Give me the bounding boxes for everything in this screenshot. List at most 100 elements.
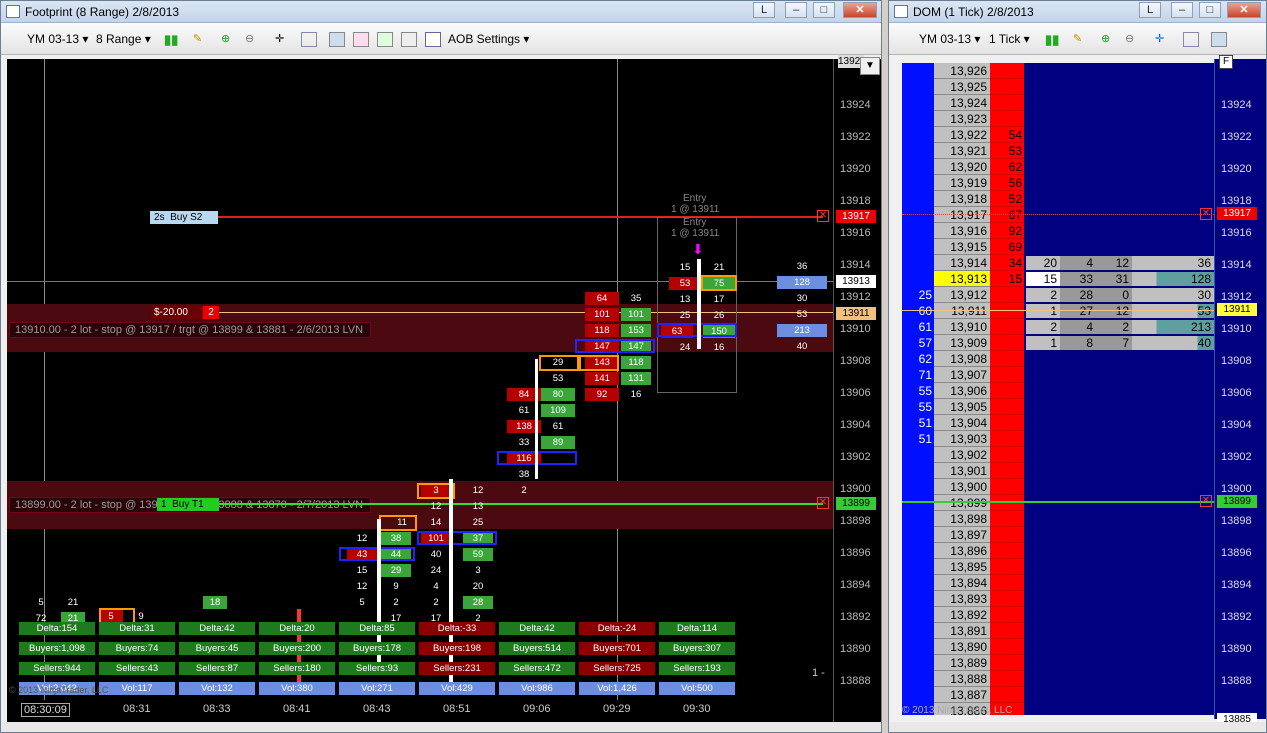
dom-properties-icon[interactable] [1183,32,1199,47]
pnl-tag[interactable]: $-20.00 2 [151,306,219,319]
dom-ask-cell[interactable]: 92 [990,223,1024,239]
dom-bid-cell[interactable]: 51 [902,415,934,431]
dom-row[interactable]: 13,890 [902,639,1214,655]
dom-row[interactable]: 13,892 [902,607,1214,623]
dom-ask-cell[interactable] [990,479,1024,495]
dom-row[interactable]: 13,926 [902,63,1214,79]
dom-bid-cell[interactable] [902,671,934,687]
dom-ask-cell[interactable] [990,63,1024,79]
dom-row[interactable]: 13,902 [902,447,1214,463]
link-button[interactable]: L [753,2,775,18]
dom-row[interactable]: 13,894 [902,575,1214,591]
aob-settings-menu[interactable]: AOB Settings ▾ [448,32,529,46]
dom-bid-cell[interactable] [902,127,934,143]
dom-row[interactable]: 13,924 [902,95,1214,111]
dom-ask-cell[interactable] [990,95,1024,111]
dom-bid-cell[interactable] [902,479,934,495]
dom-bid-cell[interactable]: 51 [902,431,934,447]
dom-bid-cell[interactable] [902,255,934,271]
dom-close-13899-icon[interactable]: ✕ [1200,495,1212,507]
dom-close-button[interactable]: ✕ [1227,2,1261,18]
dom-bid-cell[interactable] [902,447,934,463]
dom-pencil-icon[interactable]: ✎ [1073,32,1089,47]
dom-row[interactable]: 13,898 [902,511,1214,527]
dom-bid-cell[interactable]: 57 [902,335,934,351]
dom-ask-cell[interactable] [990,671,1024,687]
dom-f-button[interactable]: F [1219,55,1233,69]
dom-ask-cell[interactable] [990,591,1024,607]
dom-ask-cell[interactable]: 67 [990,207,1024,223]
dom-bid-cell[interactable]: 55 [902,399,934,415]
dom-ask-cell[interactable] [990,431,1024,447]
dom-bid-cell[interactable] [902,191,934,207]
dom-chart-style-icon[interactable]: ▮▮ [1045,32,1061,47]
dom-ask-cell[interactable] [990,319,1024,335]
dom-row[interactable]: 55 13,906 [902,383,1214,399]
dom-row[interactable]: 13,887 [902,687,1214,703]
dom-row[interactable]: 51 13,904 [902,415,1214,431]
dom-row[interactable]: 13,889 [902,655,1214,671]
dom-row[interactable]: 13,918 52 [902,191,1214,207]
maximize-button[interactable]: □ [813,2,835,18]
dom-bid-cell[interactable]: 60 [902,303,934,319]
axis-dropdown-button[interactable]: ▼ [860,57,880,75]
dom-bid-cell[interactable]: 62 [902,351,934,367]
dom-ask-cell[interactable] [990,335,1024,351]
dom-bid-cell[interactable] [902,591,934,607]
dom-bid-cell[interactable] [902,463,934,479]
aob-icon[interactable] [425,32,441,47]
dom-row[interactable]: 13,899 [902,495,1214,511]
dom-bid-cell[interactable] [902,111,934,127]
dom-ask-cell[interactable] [990,495,1024,511]
minimize-button[interactable]: – [785,2,807,18]
buy-t1-line[interactable] [217,503,823,505]
dom-bid-cell[interactable] [902,63,934,79]
zoom-in-icon[interactable]: ⊕ [221,32,237,47]
dom-row[interactable]: 13,922 54 [902,127,1214,143]
buy-t1-close-icon[interactable]: ✕ [817,497,829,509]
dom-bid-cell[interactable] [902,175,934,191]
dom-row[interactable]: 13,900 [902,479,1214,495]
dom-ask-cell[interactable] [990,303,1024,319]
dom-row[interactable]: 13,891 [902,623,1214,639]
dom-bid-cell[interactable] [902,543,934,559]
dom-bid-cell[interactable]: 25 [902,287,934,303]
dom-ask-cell[interactable] [990,351,1024,367]
dom-ask-cell[interactable] [990,111,1024,127]
dom-row[interactable]: 13,897 [902,527,1214,543]
dom-ask-cell[interactable] [990,655,1024,671]
dom-bid-cell[interactable] [902,559,934,575]
position-line[interactable] [217,312,833,313]
dom-ask-cell[interactable] [990,639,1024,655]
properties-icon[interactable] [301,32,317,47]
dom-bid-cell[interactable] [902,607,934,623]
dom-bid-cell[interactable] [902,495,934,511]
footprint-price-axis[interactable]: 13924 13922 13920 13918 13916 13914 13912 13910… [833,55,881,722]
dom-ask-cell[interactable] [990,575,1024,591]
dom-ask-cell[interactable]: 56 [990,175,1024,191]
close-button[interactable]: ✕ [843,2,877,18]
note-top[interactable]: 13910.00 - 2 lot - stop @ 13917 / trgt @… [9,322,371,338]
dom-row[interactable]: 13,923 [902,111,1214,127]
dom-indicators-icon[interactable] [1211,32,1227,47]
dom-ask-cell[interactable] [990,623,1024,639]
footprint-chart[interactable]: 13910.00 - 2 lot - stop @ 13917 / trgt @… [7,59,833,722]
dom-ask-cell[interactable]: 15 [990,271,1024,287]
chart-trader-icon[interactable] [377,32,393,47]
dom-bid-cell[interactable] [902,207,934,223]
dom-minimize-button[interactable]: – [1171,2,1193,18]
strategies-icon[interactable] [353,32,369,47]
dom-row[interactable]: 13,921 53 [902,143,1214,159]
crosshair-icon[interactable]: ✛ [275,32,291,47]
footprint-titlebar[interactable]: Footprint (8 Range) 2/8/2013 L – □ ✕ [1,1,881,23]
dom-bid-cell[interactable]: 71 [902,367,934,383]
dom-ask-cell[interactable] [990,79,1024,95]
dom-ask-cell[interactable] [990,399,1024,415]
instrument-selector[interactable]: YM 03-13 ▾ [27,32,88,46]
dom-row[interactable]: 51 13,903 [902,431,1214,447]
dom-ask-cell[interactable] [990,607,1024,623]
dom-price-axis[interactable]: F 13924 13922 13920 13918 13916 13914 13912 139… [1214,55,1266,726]
dom-bid-cell[interactable] [902,527,934,543]
dom-row[interactable]: 13,893 [902,591,1214,607]
dom-row[interactable]: 71 13,907 [902,367,1214,383]
